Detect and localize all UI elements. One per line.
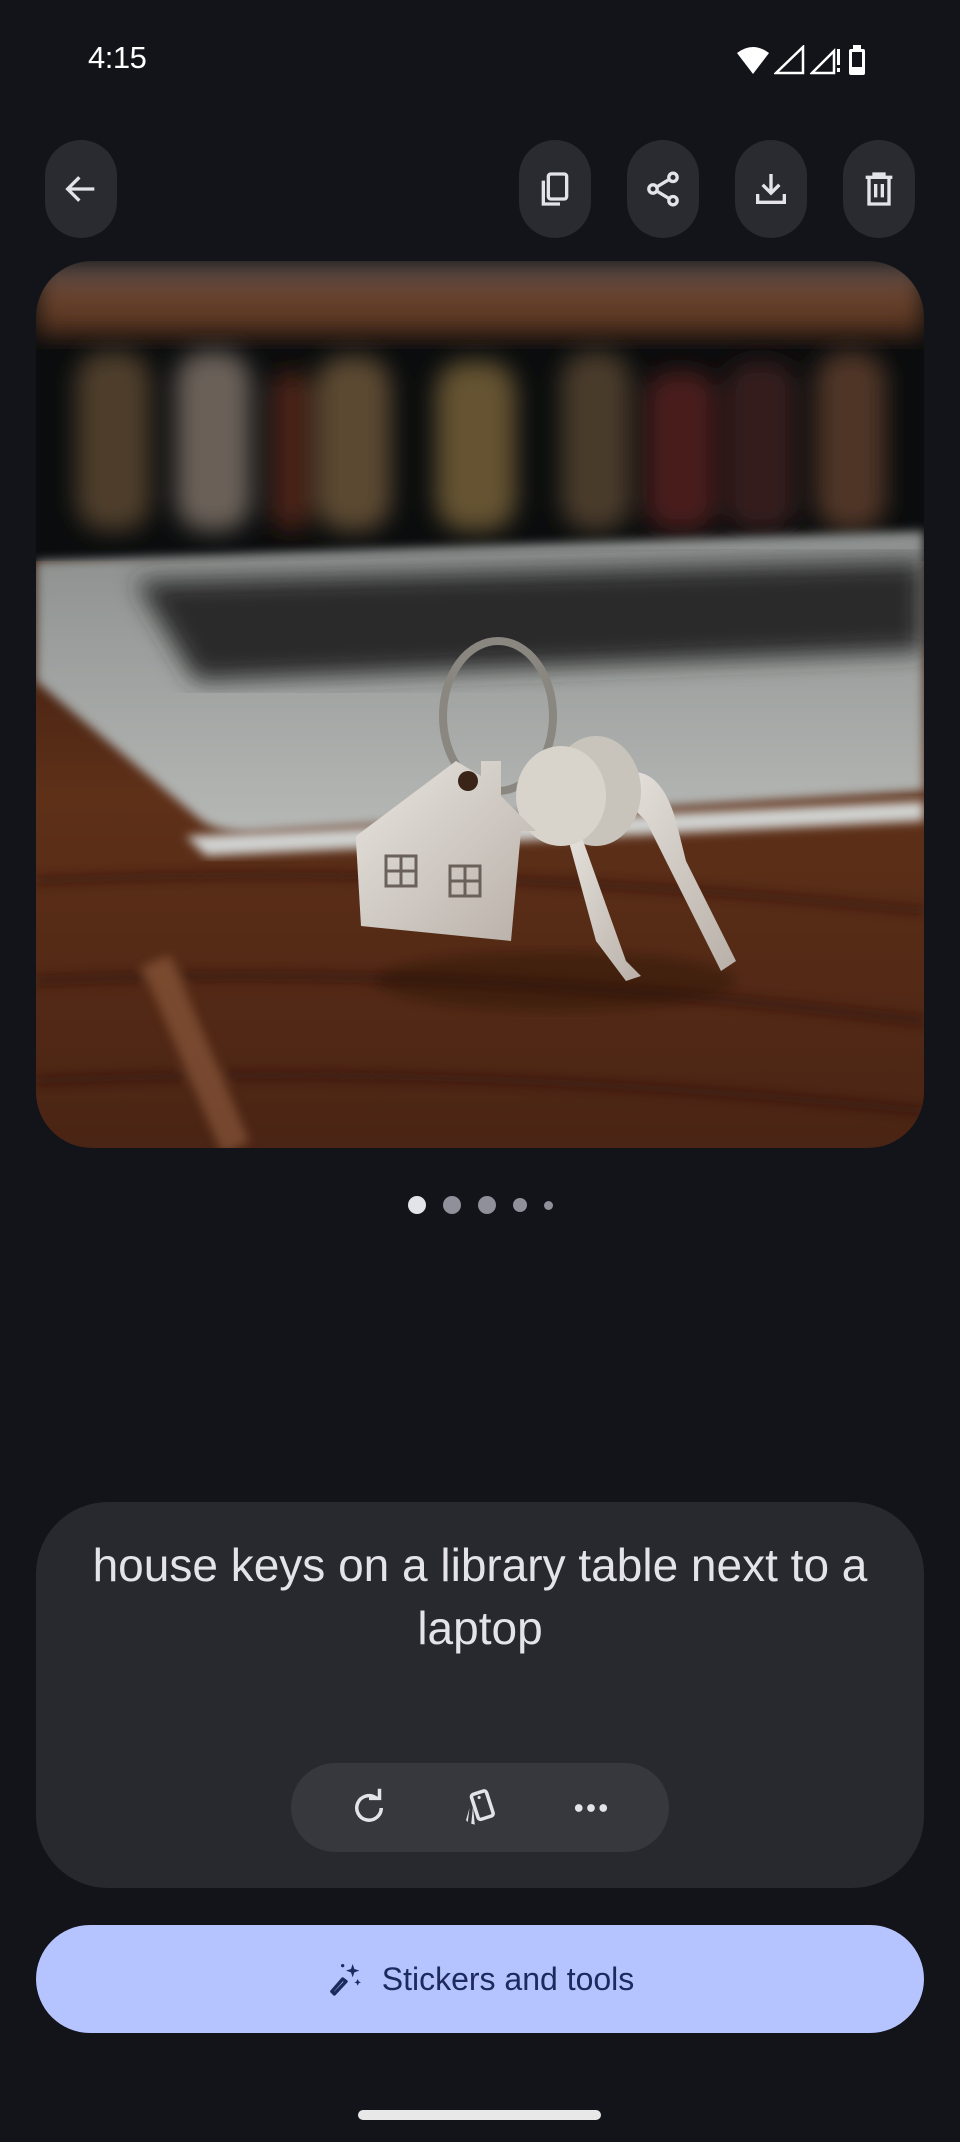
pager-dot[interactable] (543, 1200, 553, 1210)
stickers-and-tools-label: Stickers and tools (381, 1960, 635, 1997)
generated-image[interactable] (36, 261, 924, 1148)
pager-dot[interactable] (442, 1196, 461, 1214)
pager-dot[interactable] (512, 1198, 527, 1212)
status-icons (736, 42, 868, 78)
pager-dot[interactable] (477, 1196, 496, 1214)
cards-icon (465, 1788, 495, 1825)
variations-button[interactable] (440, 1773, 520, 1843)
more-options-button[interactable] (551, 1773, 631, 1843)
arrow-back-icon (65, 176, 95, 202)
stickers-and-tools-button[interactable]: Stickers and tools (36, 1925, 924, 2033)
prompt-actions (291, 1763, 669, 1852)
download-icon (756, 174, 786, 204)
more-horiz-icon (575, 1803, 608, 1812)
image-pager (0, 1190, 960, 1220)
home-indicator[interactable] (358, 2110, 601, 2120)
delete-icon (865, 172, 893, 206)
back-button[interactable] (45, 140, 117, 238)
magic-wand-icon (329, 1964, 361, 1996)
share-icon (647, 171, 679, 207)
delete-button[interactable] (843, 140, 915, 238)
signal-icon (774, 45, 805, 75)
status-time: 4:15 (88, 40, 147, 75)
photo-illustration (36, 261, 924, 1148)
prompt-text[interactable]: house keys on a library table next to a … (60, 1534, 900, 1660)
battery-icon (849, 45, 865, 75)
signal-no-data-icon (810, 47, 840, 75)
pager-dot[interactable] (407, 1196, 426, 1214)
wifi-icon (737, 47, 769, 74)
share-button[interactable] (627, 140, 699, 238)
copy-button[interactable] (519, 140, 591, 238)
regenerate-button[interactable] (329, 1773, 409, 1843)
download-button[interactable] (735, 140, 807, 238)
refresh-icon (354, 1788, 383, 1822)
copy-icon (541, 172, 569, 206)
